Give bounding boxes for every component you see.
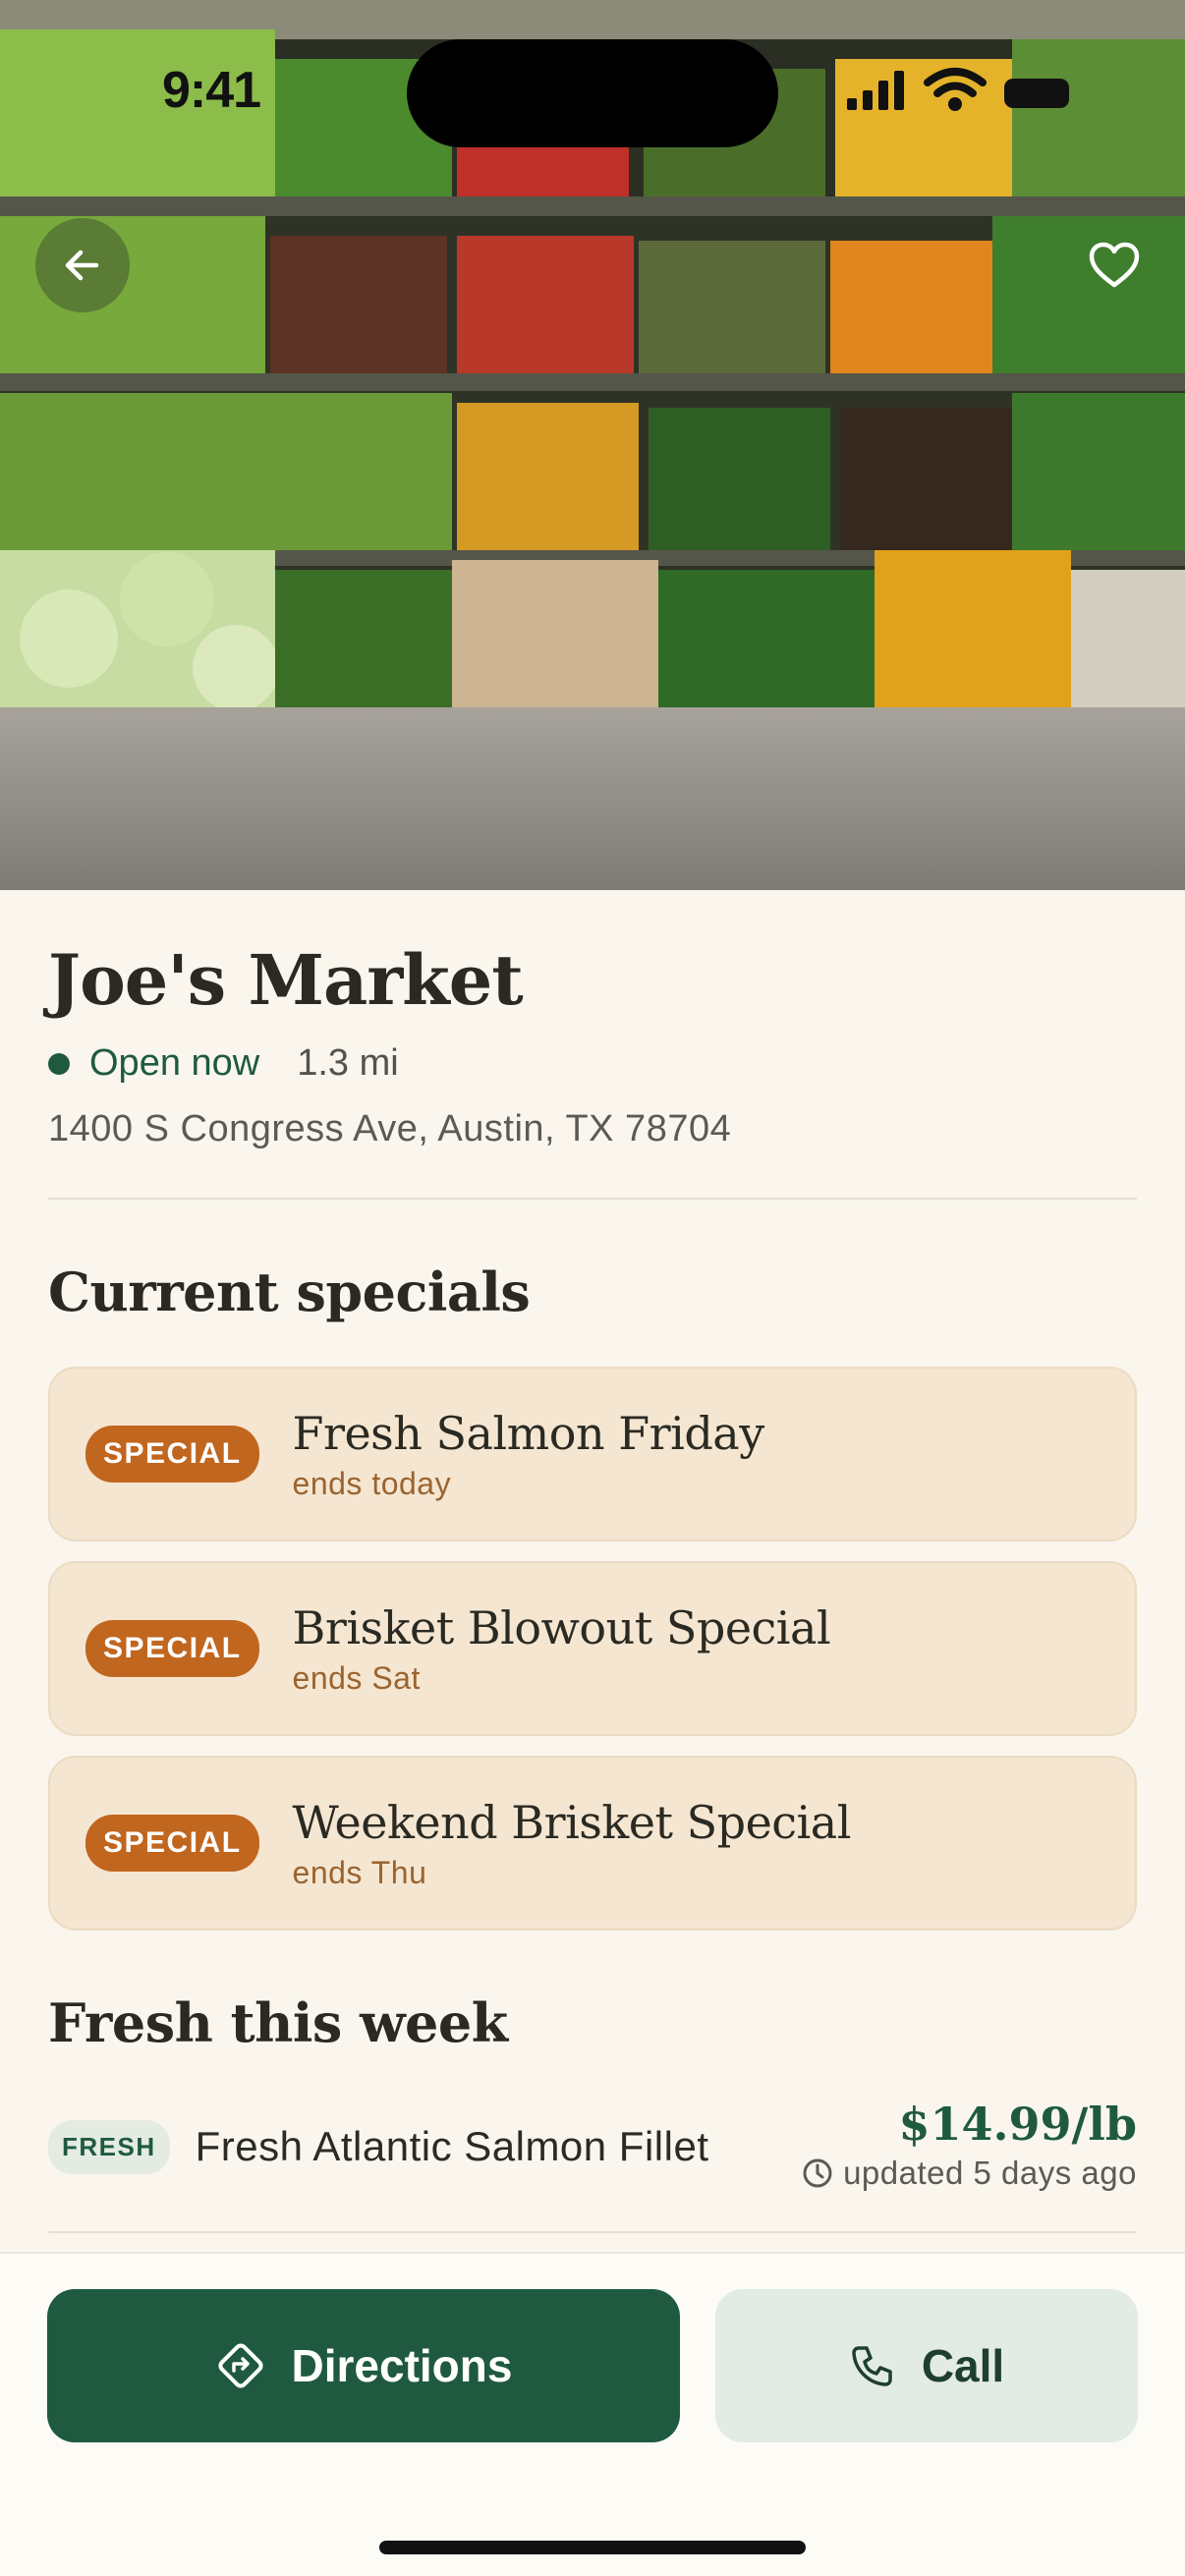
special-card[interactable]: SPECIAL Brisket Blowout Special ends Sat [48, 1561, 1137, 1736]
special-badge: SPECIAL [85, 1620, 259, 1677]
updated-text: updated 5 days ago [843, 2155, 1137, 2191]
special-ends: ends today [292, 1465, 452, 1501]
special-name: Fresh Salmon Friday [292, 1406, 765, 1460]
call-label: Call [921, 2340, 1005, 2391]
open-status-dot [48, 1052, 70, 1075]
fresh-title: Fresh this week [48, 1991, 508, 2054]
open-status: Open now [89, 1042, 260, 1084]
signal-icon [847, 71, 904, 110]
hero: 9:41 [0, 0, 1185, 890]
status-time: 9:41 [162, 62, 261, 119]
fresh-item-name: Fresh Atlantic Salmon Fillet [195, 2123, 709, 2169]
store-meta: Open now 1.3 mi [48, 1042, 1137, 1085]
store-name: Joe's Market [48, 939, 524, 1021]
special-badge: SPECIAL [85, 1426, 259, 1483]
directions-diamond-icon [217, 2343, 263, 2388]
special-ends: ends Thu [292, 1854, 427, 1890]
heart-icon [1089, 242, 1140, 288]
fresh-badge: FRESH [48, 2119, 170, 2174]
divider [48, 2231, 1137, 2233]
arrow-left-icon [65, 250, 99, 281]
phone-icon [852, 2346, 892, 2386]
special-badge: SPECIAL [85, 1815, 259, 1872]
battery-icon [1004, 79, 1069, 108]
special-card[interactable]: SPECIAL Fresh Salmon Friday ends today [48, 1367, 1137, 1541]
divider [48, 1198, 1137, 1200]
action-bar: Directions Call [0, 2252, 1185, 2576]
status-bar: 9:41 [0, 0, 1185, 147]
back-button[interactable] [35, 218, 130, 312]
favorite-button[interactable] [1067, 218, 1161, 312]
home-indicator[interactable] [379, 2541, 806, 2554]
store-address[interactable]: 1400 S Congress Ave, Austin, TX 78704 [48, 1108, 1137, 1150]
dynamic-island [407, 39, 778, 147]
fresh-item[interactable]: FRESH Fresh Atlantic Salmon Fillet $14.9… [48, 2098, 1137, 2196]
store-details: Joe's Market Open now 1.3 mi 1400 S Cong… [48, 890, 1137, 2233]
special-name: Weekend Brisket Special [292, 1795, 852, 1849]
special-card[interactable]: SPECIAL Weekend Brisket Special ends Thu [48, 1756, 1137, 1931]
fresh-item-price: $14.99/lb [898, 2098, 1138, 2151]
fresh-item-updated: updated 5 days ago [802, 2155, 1137, 2192]
directions-button[interactable]: Directions [47, 2289, 680, 2442]
clock-icon [803, 2158, 832, 2188]
special-ends: ends Sat [292, 1659, 421, 1696]
wifi-icon [924, 68, 987, 111]
distance: 1.3 mi [297, 1042, 399, 1084]
special-name: Brisket Blowout Special [292, 1600, 831, 1654]
specials-title: Current specials [48, 1260, 531, 1323]
directions-label: Directions [291, 2340, 513, 2391]
call-button[interactable]: Call [715, 2289, 1138, 2442]
